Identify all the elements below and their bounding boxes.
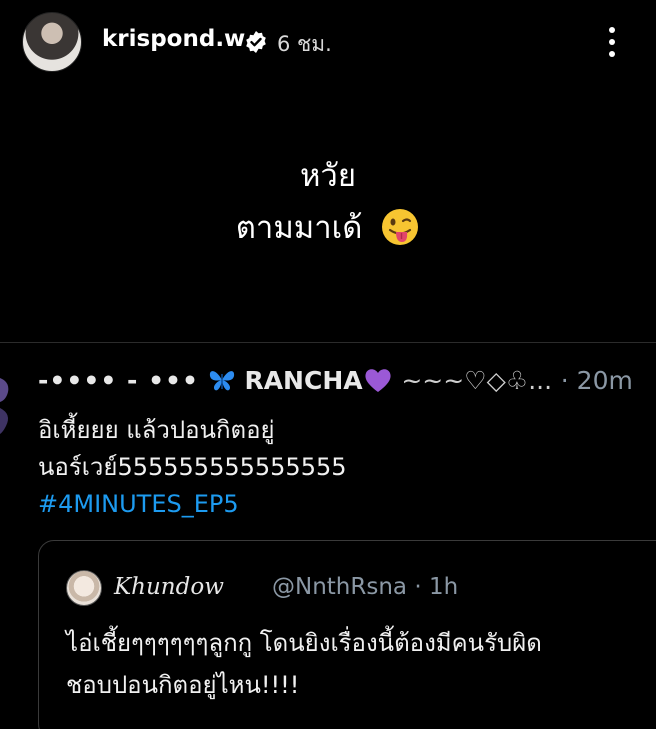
author-name[interactable]: RANCHA	[244, 366, 362, 395]
more-options-icon[interactable]	[600, 24, 624, 60]
tweet-line: อิเหี้ยยย แล้วปอนกิตอยู่	[38, 416, 275, 444]
tweet-header: -•••• - ••• RANCHA ~~~♡◇♧... · 20m	[38, 366, 648, 395]
story-caption: หวัย ตามมาเด้	[0, 150, 656, 254]
avatar[interactable]	[22, 12, 82, 72]
author-prefix: -•••• - •••	[38, 366, 200, 395]
quote-body: ไอ่เชี้ยๆๆๆๆๆๆลูกกู โดนยิงเรื่องนี้ต้องม…	[66, 622, 646, 706]
avatar-edge-icon	[0, 378, 9, 434]
caption-text: ตามมาเด้	[235, 210, 363, 246]
tweet-line: นอร์เวย์555555555555555	[38, 453, 347, 481]
tongue-face-emoji-icon	[382, 208, 419, 245]
story-header: krispond.w 6 ชม.	[0, 0, 656, 88]
verified-badge-icon	[246, 31, 266, 53]
caption-line: หวัย	[299, 158, 356, 194]
post-time: 6 ชม.	[277, 32, 332, 56]
quote-avatar[interactable]	[66, 570, 102, 606]
purple-heart-icon	[365, 369, 391, 392]
quote-line: ไอ่เชี้ยๆๆๆๆๆๆลูกกู โดนยิงเรื่องนี้ต้องม…	[66, 629, 542, 657]
butterfly-icon	[209, 371, 234, 391]
username[interactable]: krispond.w	[102, 26, 245, 52]
author-suffix: ~~~♡◇♧...	[401, 366, 553, 395]
quote-handle: @NnthRsna · 1h	[272, 574, 459, 600]
quote-author-name[interactable]: Khundow	[114, 574, 224, 600]
hashtag-link[interactable]: #4MINUTES_EP5	[38, 486, 638, 523]
story-viewer: krispond.w 6 ชม. หวัย ตามมาเด้ -•••• - •…	[0, 0, 656, 729]
tweet-time: · 20m	[560, 366, 633, 395]
quote-line: ชอบปอนกิตอยู่ไหน!!!!	[66, 671, 300, 699]
caption-line: ตามมาเด้	[0, 202, 656, 254]
tweet-body: อิเหี้ยยย แล้วปอนกิตอยู่ นอร์เวย์5555555…	[38, 412, 638, 523]
